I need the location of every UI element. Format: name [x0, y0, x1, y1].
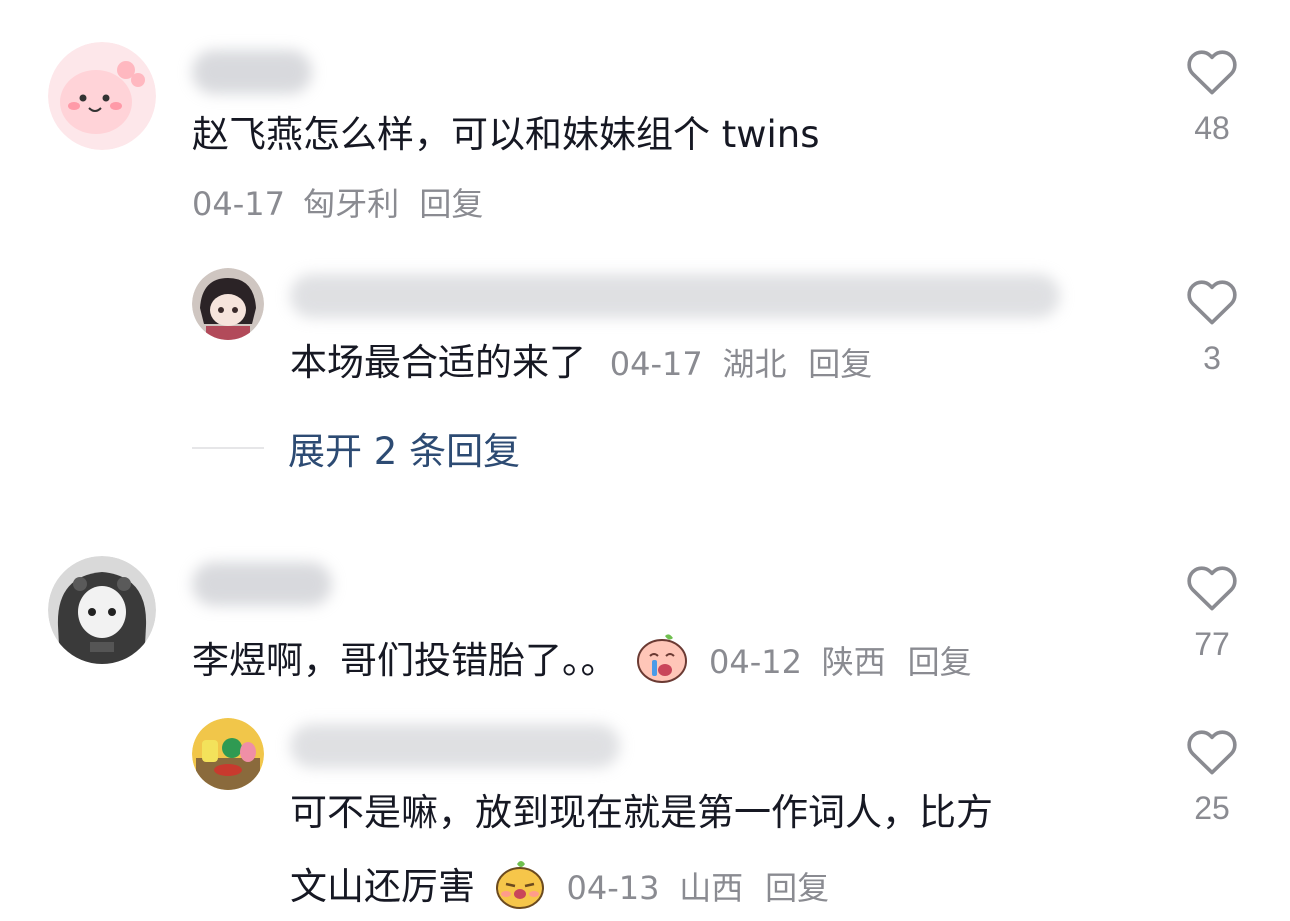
like-button[interactable]: 25	[1172, 726, 1252, 828]
expand-replies-button[interactable]: 展开 2 条回复	[192, 420, 520, 476]
username-blurred[interactable]	[290, 724, 620, 768]
like-count: 48	[1194, 110, 1230, 146]
comment-meta: 04-17 匈牙利 回复	[192, 184, 483, 224]
reply-button[interactable]: 回复	[908, 643, 972, 681]
like-count: 77	[1194, 626, 1230, 662]
username-blurred[interactable]	[192, 50, 312, 94]
avatar[interactable]	[192, 718, 264, 790]
reply-text-line1: 可不是嘛，放到现在就是第一作词人，比方	[290, 791, 993, 834]
username-blurred[interactable]	[192, 562, 332, 606]
avatar[interactable]	[48, 42, 156, 150]
crying-emoji-icon	[635, 630, 689, 695]
reply-date: 04-13	[566, 869, 660, 907]
comment-text: 赵飞燕怎么样，可以和妹妹组个 twins	[192, 113, 820, 156]
reply-button[interactable]: 回复	[765, 869, 829, 907]
divider	[192, 447, 264, 449]
comment-location: 陕西	[821, 643, 886, 681]
reply-text: 本场最合适的来了	[290, 341, 586, 384]
avatar[interactable]	[192, 268, 264, 340]
reply-text-row: 文山还厉害 04-13 山西 回复	[290, 856, 829, 921]
comment-date: 04-17	[192, 185, 285, 223]
heart-outline-icon	[1187, 280, 1237, 325]
like-count: 3	[1203, 340, 1221, 376]
reply-date: 04-17	[609, 345, 703, 383]
reply-location: 山西	[679, 869, 744, 907]
like-button[interactable]: 77	[1172, 562, 1252, 664]
avatar[interactable]	[48, 556, 156, 664]
comment-location: 匈牙利	[303, 185, 400, 223]
comment-text-row: 李煜啊，哥们投错胎了。。 04-12 陕西 回复	[192, 630, 972, 695]
like-button[interactable]: 3	[1172, 276, 1252, 378]
heart-outline-icon	[1187, 50, 1237, 95]
heart-outline-icon	[1187, 730, 1237, 775]
expand-replies-label[interactable]: 展开 2 条回复	[288, 421, 520, 475]
comment-text: 李煜啊，哥们投错胎了。。	[192, 639, 618, 682]
reply-text-row: 本场最合适的来了 04-17 湖北 回复	[290, 340, 872, 387]
smug-emoji-icon	[493, 856, 547, 921]
heart-outline-icon	[1187, 566, 1237, 611]
reply-button[interactable]: 回复	[419, 185, 483, 223]
reply-text-line2: 文山还厉害	[290, 865, 475, 908]
comment-date: 04-12	[709, 643, 803, 681]
reply-button[interactable]: 回复	[808, 345, 872, 383]
username-blurred[interactable]	[290, 274, 1060, 318]
reply-location: 湖北	[722, 345, 787, 383]
like-button[interactable]: 48	[1172, 46, 1252, 148]
like-count: 25	[1194, 790, 1230, 826]
